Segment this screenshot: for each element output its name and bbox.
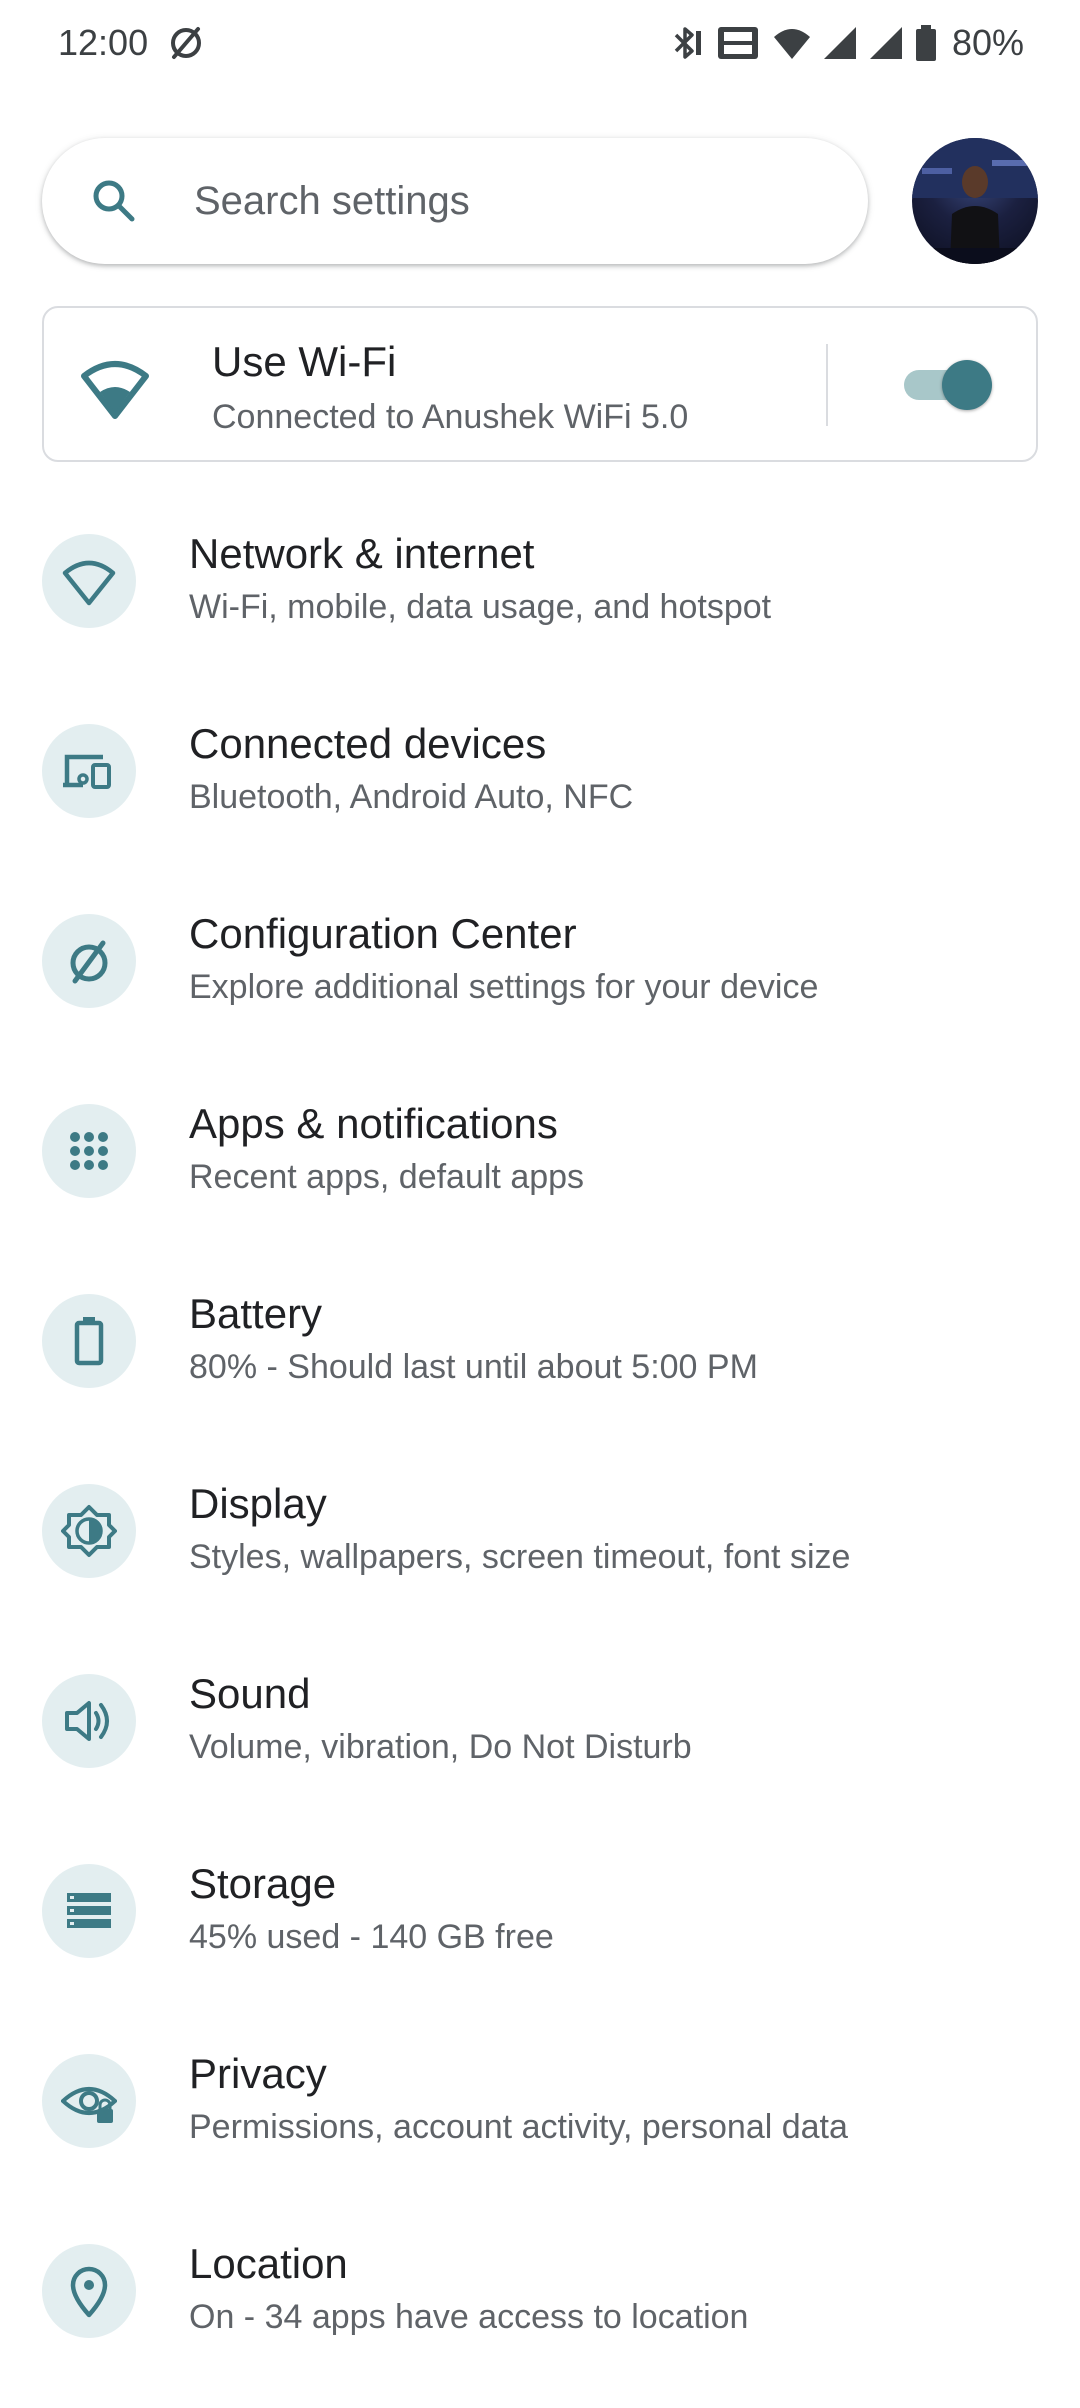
item-title: Location bbox=[189, 2240, 348, 2287]
item-icon-container bbox=[42, 2244, 136, 2338]
item-summary: Permissions, account activity, personal … bbox=[189, 2108, 848, 2146]
item-icon-container bbox=[42, 1104, 136, 1198]
storage-icon bbox=[67, 1893, 111, 1928]
wifi-card-summary: Connected to Anushek WiFi 5.0 bbox=[212, 398, 689, 436]
item-icon-container bbox=[42, 724, 136, 818]
settings-item-apps-notifications[interactable]: Apps & notifications Recent apps, defaul… bbox=[0, 1078, 1080, 1268]
location-pin-icon bbox=[70, 2266, 108, 2318]
battery-percent: 80% bbox=[951, 22, 1024, 63]
item-icon-container bbox=[42, 914, 136, 1008]
item-title: Storage bbox=[189, 1860, 337, 1907]
item-summary: Bluetooth, Android Auto, NFC bbox=[189, 778, 634, 816]
search-icon bbox=[93, 180, 135, 222]
battery-icon bbox=[915, 25, 936, 61]
avatar-image bbox=[912, 138, 1038, 264]
settings-item-battery[interactable]: Battery 80% - Should last until about 5:… bbox=[0, 1268, 1080, 1458]
wifi-card-title: Use Wi-Fi bbox=[212, 338, 397, 385]
settings-item-configuration-center[interactable]: Configuration Center Explore additional … bbox=[0, 888, 1080, 1078]
item-title: Battery bbox=[189, 1290, 323, 1337]
signal-icon bbox=[823, 27, 856, 59]
item-title: Connected devices bbox=[189, 720, 547, 767]
item-summary: 80% - Should last until about 5:00 PM bbox=[189, 1348, 758, 1386]
signal-icon bbox=[869, 27, 902, 59]
privacy-eye-icon bbox=[61, 2087, 117, 2123]
configuration-icon bbox=[70, 940, 108, 984]
account-avatar[interactable] bbox=[912, 138, 1038, 264]
item-summary: On - 34 apps have access to location bbox=[189, 2298, 749, 2336]
devices-icon bbox=[63, 754, 111, 789]
item-title: Apps & notifications bbox=[189, 1100, 558, 1147]
item-summary: 45% used - 140 GB free bbox=[189, 1918, 554, 1956]
item-title: Privacy bbox=[189, 2050, 327, 2097]
settings-item-sound[interactable]: Sound Volume, vibration, Do Not Disturb bbox=[0, 1648, 1080, 1838]
battery-icon bbox=[74, 1317, 104, 1366]
settings-item-location[interactable]: Location On - 34 apps have access to loc… bbox=[0, 2218, 1080, 2408]
item-icon-container bbox=[42, 1484, 136, 1578]
apps-grid-icon bbox=[70, 1132, 108, 1170]
item-icon-container bbox=[42, 1674, 136, 1768]
settings-item-connected-devices[interactable]: Connected devices Bluetooth, Android Aut… bbox=[0, 698, 1080, 888]
item-icon-container bbox=[42, 1294, 136, 1388]
wifi-card[interactable]: Use Wi-Fi Connected to Anushek WiFi 5.0 bbox=[42, 306, 1038, 462]
settings-item-network[interactable]: Network & internet Wi-Fi, mobile, data u… bbox=[0, 508, 1080, 698]
brightness-icon bbox=[61, 1505, 117, 1557]
item-title: Sound bbox=[189, 1670, 311, 1717]
vowifi-icon bbox=[717, 27, 758, 59]
wifi-icon bbox=[81, 361, 149, 419]
item-title: Display bbox=[189, 1480, 327, 1527]
item-summary: Explore additional settings for your dev… bbox=[189, 968, 819, 1006]
wifi-toggle[interactable] bbox=[902, 354, 992, 414]
settings-list: Network & internet Wi-Fi, mobile, data u… bbox=[0, 508, 1080, 2408]
search-bar[interactable] bbox=[42, 138, 868, 264]
item-summary: Styles, wallpapers, screen timeout, font… bbox=[189, 1538, 851, 1576]
settings-item-privacy[interactable]: Privacy Permissions, account activity, p… bbox=[0, 2028, 1080, 2218]
item-icon-container bbox=[42, 1864, 136, 1958]
item-title: Network & internet bbox=[189, 530, 535, 577]
item-icon-container bbox=[42, 534, 136, 628]
item-title: Configuration Center bbox=[189, 910, 577, 957]
wifi-icon bbox=[62, 560, 116, 606]
wifi-toggle-thumb bbox=[942, 360, 992, 410]
do-not-disturb-icon bbox=[171, 27, 202, 59]
settings-item-storage[interactable]: Storage 45% used - 140 GB free bbox=[0, 1838, 1080, 2028]
item-summary: Volume, vibration, Do Not Disturb bbox=[189, 1728, 692, 1766]
status-right: 80% bbox=[670, 22, 1024, 64]
item-summary: Recent apps, default apps bbox=[189, 1158, 585, 1196]
volume-icon bbox=[65, 1701, 109, 1741]
wifi-card-divider bbox=[826, 344, 828, 426]
bluetooth-icon bbox=[674, 27, 701, 59]
wifi-icon bbox=[773, 29, 810, 59]
settings-item-display[interactable]: Display Styles, wallpapers, screen timeo… bbox=[0, 1458, 1080, 1648]
status-left: 12:00 bbox=[58, 22, 206, 64]
item-summary: Wi-Fi, mobile, data usage, and hotspot bbox=[189, 588, 772, 626]
status-bar: 12:00 80% bbox=[0, 0, 1080, 100]
status-time: 12:00 bbox=[58, 22, 149, 63]
item-icon-container bbox=[42, 2054, 136, 2148]
search-input[interactable] bbox=[194, 178, 794, 224]
